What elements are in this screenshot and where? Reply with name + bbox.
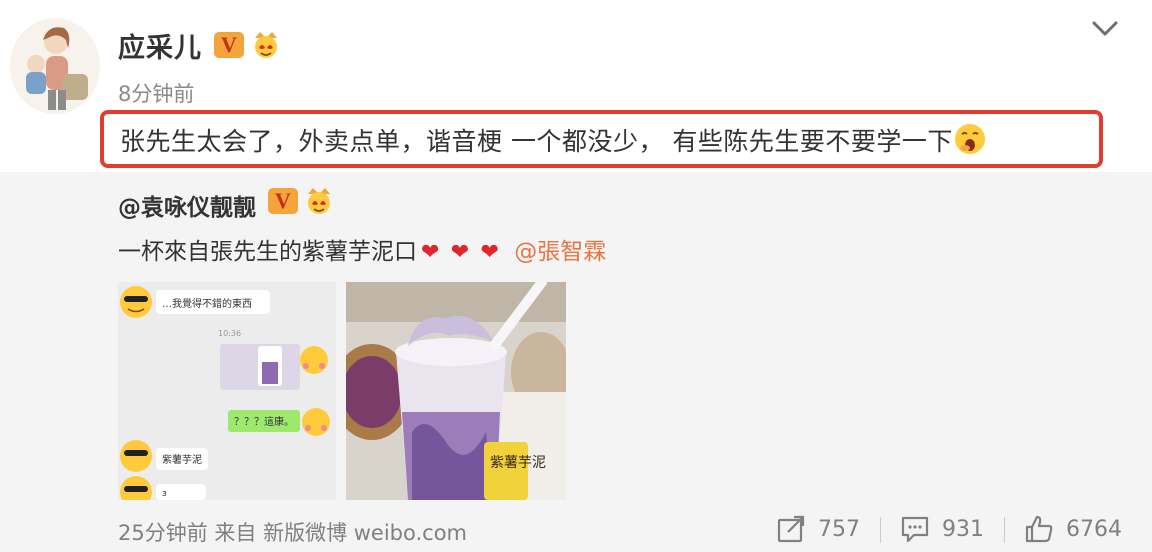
comment-count: 931 xyxy=(942,516,984,542)
comment-icon xyxy=(901,516,929,543)
repost-verified-badge: V xyxy=(268,188,298,214)
chat-message: 紫薯芋泥 xyxy=(162,453,202,466)
chat-message: ？？？這康。 xyxy=(234,415,294,428)
yawn-emoji-icon xyxy=(953,122,987,156)
post-text: 张先生太会了，外卖点单，谐音梗 一个都没少， 有些陈先生要不要学一下 xyxy=(120,127,953,156)
verified-badge: V xyxy=(214,32,244,58)
mention-link[interactable]: @張智霖 xyxy=(514,239,606,265)
repost-source-meta[interactable]: 25分钟前 来自 新版微博 weibo.com xyxy=(118,517,467,547)
image-thumbnail-chat[interactable]: …我覺得不錯的東西 10:36 ？？？這康。 紫薯芋泥 з xyxy=(118,282,336,500)
repost-button[interactable]: 757 xyxy=(776,512,860,546)
post-username[interactable]: 应采儿 xyxy=(118,26,202,65)
avatar[interactable] xyxy=(10,18,100,114)
thumbs-up-icon xyxy=(1025,515,1053,543)
chat-time: 10:36 xyxy=(218,329,241,338)
repost-text-line: 一杯來自張先生的紫薯芋泥口 ❤ ❤ ❤ @張智霖 xyxy=(118,232,606,266)
like-button[interactable]: 6764 xyxy=(1024,512,1122,546)
post-text-highlight: 张先生太会了，外卖点单，谐音梗 一个都没少， 有些陈先生要不要学一下 xyxy=(100,110,1103,168)
heart-icon: ❤ xyxy=(480,240,499,265)
chat-message: …我覺得不錯的東西 xyxy=(162,297,252,310)
weibo-post: 应采儿 V 8分钟前 张先生太会了，外卖点单，谐音梗 一个都没少， 有些陈先生要… xyxy=(0,0,1152,552)
heart-icon: ❤ xyxy=(421,240,440,265)
share-icon xyxy=(777,515,805,543)
repost-username[interactable]: @袁咏仪靓靓 xyxy=(118,188,256,222)
repost-text: 一杯來自張先生的紫薯芋泥口 xyxy=(118,239,417,265)
chevron-down-icon[interactable] xyxy=(1090,14,1120,44)
comment-button[interactable]: 931 xyxy=(900,512,984,546)
repost-count: 757 xyxy=(818,516,860,542)
divider xyxy=(1004,517,1005,543)
chat-message: з xyxy=(162,489,167,499)
divider xyxy=(880,517,881,543)
repost-crown-badge-icon xyxy=(303,184,335,216)
heart-icon: ❤ xyxy=(450,240,470,265)
crown-badge-icon xyxy=(250,28,282,60)
image-thumbnail-drink[interactable]: 紫薯芋泥 xyxy=(346,282,566,500)
post-timestamp[interactable]: 8分钟前 xyxy=(118,78,194,108)
repost-container[interactable]: @袁咏仪靓靓 V 一杯來自張先生的紫薯芋泥口 ❤ ❤ ❤ @張智霖 …我覺得不錯… xyxy=(0,172,1152,552)
like-count: 6764 xyxy=(1066,516,1122,542)
drink-label: 紫薯芋泥 xyxy=(490,455,546,471)
